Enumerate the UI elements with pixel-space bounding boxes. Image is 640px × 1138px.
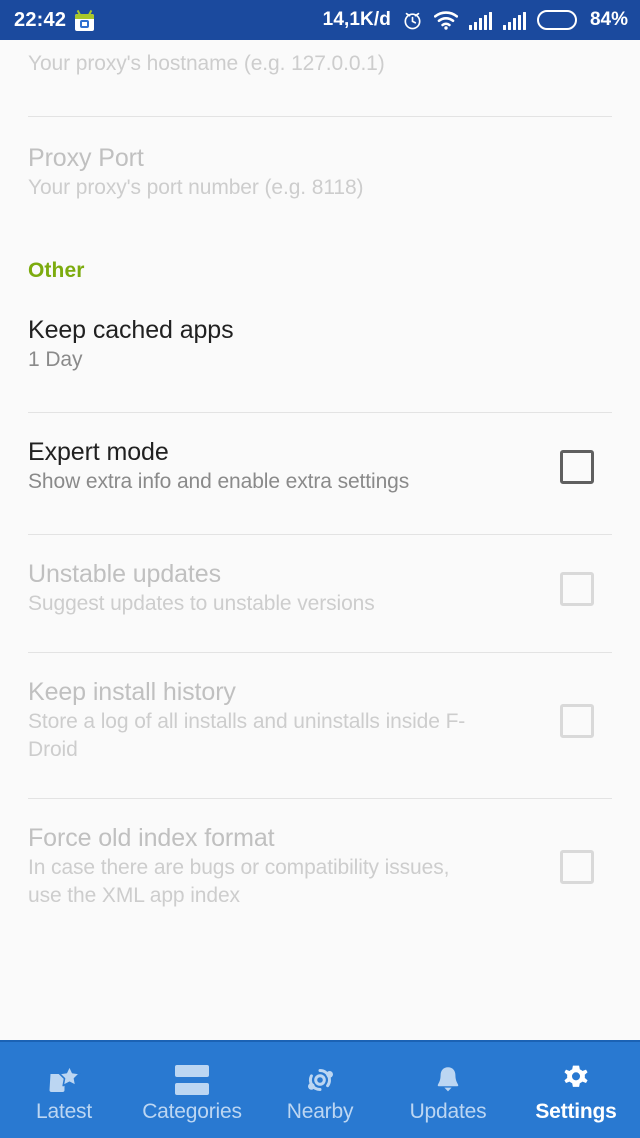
bottom-navigation-bar: Latest Categories Nearby Updates Setting… — [0, 1040, 640, 1138]
battery-icon — [536, 10, 577, 30]
pref-proxy-port: Proxy Port Your proxy's port number (e.g… — [0, 117, 640, 202]
alarm-icon — [402, 10, 423, 31]
nav-item-settings[interactable]: Settings — [512, 1042, 640, 1138]
pref-proxy-host-summary: Your proxy's hostname (e.g. 127.0.0.1) — [28, 52, 385, 75]
nav-item-categories[interactable]: Categories — [128, 1042, 256, 1138]
data-rate-indicator: 14,1K/d — [322, 9, 391, 30]
settings-list[interactable]: Your proxy's hostname (e.g. 127.0.0.1) P… — [0, 40, 640, 1040]
pref-keep-cached-apps-summary: 1 Day — [28, 348, 83, 371]
pref-unstable-updates-summary: Suggest updates to unstable versions — [28, 592, 375, 615]
pref-keep-cached-apps-title: Keep cached apps — [28, 316, 234, 344]
fdroid-icon — [75, 9, 95, 31]
pref-force-old-index-format-summary: In case there are bugs or compatibility … — [28, 856, 450, 907]
pref-keep-install-history-summary: Store a log of all installs and uninstal… — [28, 710, 466, 761]
nav-item-updates[interactable]: Updates — [384, 1042, 512, 1138]
pref-keep-install-history: Keep install history Store a log of all … — [0, 653, 640, 764]
nav-item-latest[interactable]: Latest — [0, 1042, 128, 1138]
pref-expert-mode-summary: Show extra info and enable extra setting… — [28, 470, 410, 493]
nav-label-updates: Updates — [409, 1099, 487, 1123]
section-header-other: Other — [28, 259, 85, 282]
expert-mode-checkbox[interactable] — [560, 449, 594, 484]
signal-bars-icon — [468, 11, 492, 30]
nav-label-settings: Settings — [535, 1099, 617, 1123]
nearby-swap-icon — [301, 1063, 339, 1097]
latest-star-icon — [45, 1063, 83, 1097]
battery-percent: 84% — [589, 9, 628, 30]
status-clock: 22:42 — [14, 8, 67, 31]
force-old-index-format-checkbox — [560, 849, 594, 884]
pref-force-old-index-format: Force old index format In case there are… — [0, 799, 640, 910]
status-bar-left: 22:42 — [14, 8, 95, 32]
nav-label-categories: Categories — [142, 1099, 242, 1123]
status-bar-right: 14,1K/d 84% — [323, 9, 628, 31]
unstable-updates-checkbox — [560, 571, 594, 606]
bell-icon — [429, 1063, 467, 1097]
nav-label-nearby: Nearby — [286, 1099, 354, 1123]
pref-unstable-updates: Unstable updates Suggest updates to unst… — [0, 535, 640, 618]
nav-item-nearby[interactable]: Nearby — [256, 1042, 384, 1138]
signal-bars-icon-2 — [502, 11, 526, 30]
pref-proxy-port-title: Proxy Port — [28, 144, 144, 172]
gear-icon — [557, 1063, 595, 1097]
wifi-icon — [433, 10, 458, 30]
keep-install-history-checkbox — [560, 703, 594, 738]
pref-unstable-updates-title: Unstable updates — [28, 560, 221, 588]
pref-expert-mode-title: Expert mode — [28, 438, 169, 466]
pref-proxy-host: Your proxy's hostname (e.g. 127.0.0.1) — [0, 40, 640, 78]
pref-force-old-index-format-title: Force old index format — [28, 824, 275, 852]
pref-keep-install-history-title: Keep install history — [28, 678, 236, 706]
app-screen: 22:42 14,1K/d 84% Your proxy's hostname … — [0, 0, 640, 1138]
pref-keep-cached-apps[interactable]: Keep cached apps 1 Day — [0, 283, 640, 374]
pref-expert-mode[interactable]: Expert mode Show extra info and enable e… — [0, 413, 640, 496]
pref-proxy-port-summary: Your proxy's port number (e.g. 8118) — [28, 176, 364, 199]
status-bar: 22:42 14,1K/d 84% — [0, 0, 640, 40]
nav-label-latest: Latest — [35, 1099, 92, 1123]
categories-bars-icon — [173, 1063, 211, 1097]
